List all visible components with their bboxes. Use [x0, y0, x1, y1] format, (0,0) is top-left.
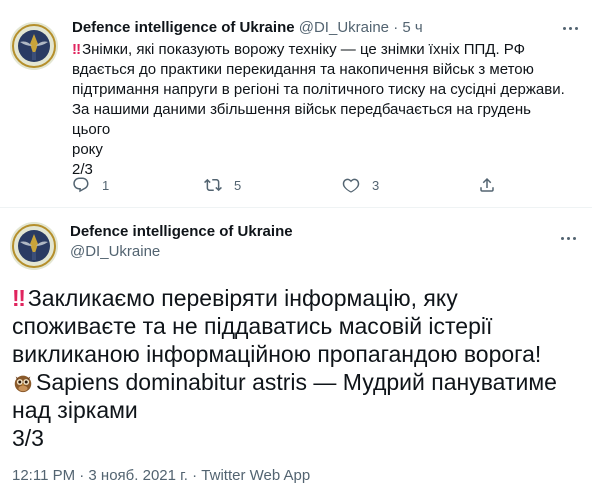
double-exclamation-emoji-icon: ‼ [72, 41, 81, 58]
tweet-3-of-3: Defence intelligence of Ukraine @DI_Ukra… [0, 208, 592, 491]
tweet-text-line: Закликаємо перевіряти інформацію, яку [27, 285, 458, 311]
tweet-text-line: За нашими даними збільшення військ перед… [72, 101, 531, 138]
tweet-2-of-3[interactable]: Defence intelligence of Ukraine @DI_Ukra… [0, 0, 592, 208]
tweet-text-line: підтримання напруги в регіоні та політич… [72, 81, 565, 98]
avatar[interactable] [10, 22, 58, 70]
tweet-text-line: Sapiens dominabitur astris — Мудрий пану… [36, 369, 557, 395]
retweet-icon [204, 178, 222, 192]
tweet-text: ‼ Знімки, які показують ворожу техніку — … [72, 40, 572, 180]
reply-icon [73, 177, 89, 193]
double-exclamation-emoji-icon: ‼ [12, 285, 26, 311]
defence-intelligence-logo-icon [10, 22, 58, 70]
tweet-timestamp[interactable]: 12:11 PM · 3 нояб. 2021 г. · Twitter Web… [12, 466, 310, 486]
share-button[interactable] [478, 176, 496, 194]
heart-icon [342, 178, 360, 193]
author-name[interactable]: Defence intelligence of Ukraine [70, 222, 293, 242]
tweet-text-line: року [72, 141, 103, 158]
thread-position: 3/3 [12, 425, 44, 451]
defence-intelligence-logo-icon [10, 222, 58, 270]
tweet-text-line: викликаною інформаційною пропагандою вор… [12, 341, 542, 367]
tweet-text-line: споживаєте та не піддаватись масовій іст… [12, 313, 493, 339]
retweet-button[interactable]: 5 [204, 176, 241, 194]
owl-emoji-icon [14, 375, 32, 393]
author-handle[interactable]: @DI_Ukraine [70, 242, 293, 262]
tweet-header: Defence intelligence of Ukraine @DI_Ukra… [72, 18, 582, 38]
author-handle[interactable]: @DI_Ukraine [299, 19, 389, 36]
tweet-text-line: вдається до практики перекидання та нако… [72, 61, 534, 78]
tweet-text-line: Знімки, які показують ворожу техніку — ц… [82, 41, 526, 58]
share-icon [480, 177, 494, 192]
tweet-text-line: над зірками [12, 397, 138, 423]
like-count: 3 [372, 177, 380, 193]
tweet-text: ‼ Закликаємо перевіряти інформацію, яку с… [12, 284, 582, 452]
like-button[interactable]: 3 [342, 176, 379, 194]
tweet-header: Defence intelligence of Ukraine @DI_Ukra… [70, 222, 293, 262]
reply-count: 1 [102, 177, 110, 193]
tweet-actions: 1 5 3 [72, 176, 512, 196]
tweet-time[interactable]: 5 ч [402, 19, 422, 36]
reply-button[interactable]: 1 [72, 176, 109, 194]
more-icon[interactable] [558, 16, 582, 40]
avatar[interactable] [10, 222, 58, 270]
more-icon[interactable] [556, 226, 580, 250]
author-name[interactable]: Defence intelligence of Ukraine [72, 19, 295, 36]
separator: · [393, 19, 399, 36]
retweet-count: 5 [234, 177, 242, 193]
